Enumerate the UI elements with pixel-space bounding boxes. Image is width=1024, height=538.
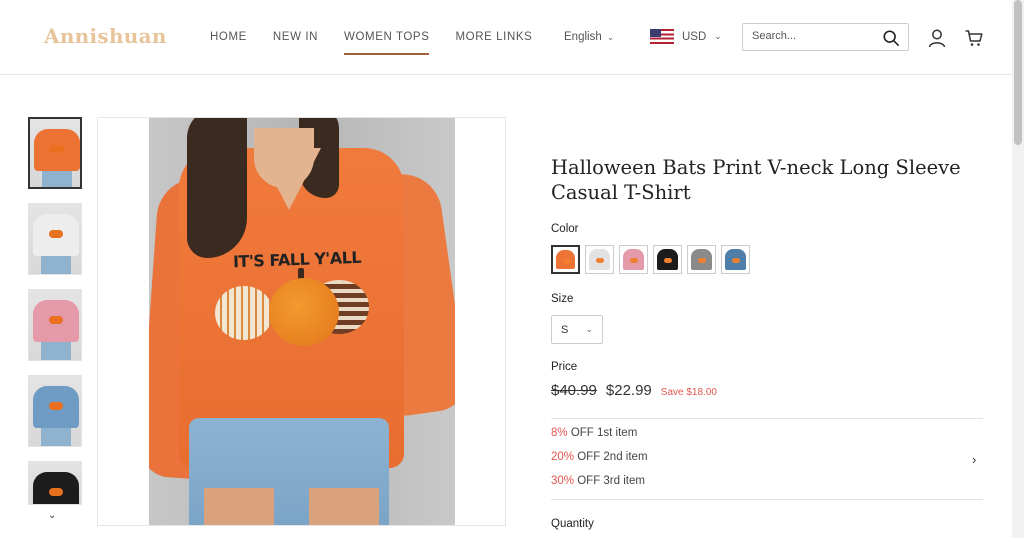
swatch-black[interactable] — [653, 245, 682, 274]
thumbnail-black[interactable] — [28, 461, 82, 505]
us-flag-icon — [650, 29, 674, 44]
sale-price: $22.99 — [605, 382, 652, 399]
swatch-orange[interactable] — [551, 245, 580, 274]
chevron-right-icon[interactable]: › — [972, 452, 976, 467]
quantity-label: Quantity — [551, 518, 594, 530]
product-photo: IT'S FALL Y'ALL — [149, 118, 455, 525]
search-icon[interactable] — [882, 29, 900, 47]
swatch-white[interactable] — [585, 245, 614, 274]
volume-discount-offers[interactable]: 8% OFF 1st item 20% OFF 2nd item 30% OFF… — [551, 427, 983, 499]
thumbnail-blue[interactable] — [28, 375, 82, 447]
nav-home[interactable]: HOME — [210, 31, 247, 55]
nav-more-links[interactable]: MORE LINKS — [455, 31, 532, 55]
currency-label: USD — [682, 30, 707, 43]
offer-item: 30% OFF 3rd item — [551, 475, 645, 487]
size-select[interactable]: S ⌄ — [551, 315, 603, 344]
site-header: Annishuan HOME NEW IN WOMEN TOPS MORE LI… — [0, 0, 1012, 75]
scrollbar-thumb[interactable] — [1014, 0, 1022, 145]
color-swatches — [551, 245, 750, 274]
offer-item: 20% OFF 2nd item — [551, 451, 648, 463]
search-box — [742, 23, 909, 51]
size-value: S — [561, 324, 569, 336]
main-nav: HOME NEW IN WOMEN TOPS MORE LINKS — [210, 31, 558, 55]
price-label: Price — [551, 361, 578, 373]
thumbnail-column — [28, 117, 84, 519]
swatch-blue[interactable] — [721, 245, 750, 274]
site-logo[interactable]: Annishuan — [44, 24, 167, 48]
divider — [551, 418, 983, 419]
thumbnail-pink[interactable] — [28, 289, 82, 361]
color-label: Color — [551, 223, 579, 235]
original-price: $40.99 — [551, 382, 597, 399]
main-product-image[interactable]: IT'S FALL Y'ALL — [97, 117, 506, 526]
chevron-down-icon: ⌄ — [714, 31, 722, 41]
nav-new-in[interactable]: NEW IN — [273, 31, 318, 55]
user-icon[interactable] — [927, 28, 947, 48]
product-title: Halloween Bats Print V-neck Long Sleeve … — [551, 156, 961, 204]
search-input[interactable] — [752, 30, 872, 42]
divider — [551, 499, 983, 500]
nav-women-tops[interactable]: WOMEN TOPS — [344, 31, 430, 55]
offer-item: 8% OFF 1st item — [551, 427, 638, 439]
save-amount: Save $18.00 — [660, 387, 717, 398]
language-selector[interactable]: English ⌄ — [564, 31, 614, 43]
language-label: English — [564, 31, 602, 43]
page-scrollbar[interactable] — [1012, 0, 1024, 538]
chevron-down-icon[interactable]: ⌄ — [48, 510, 56, 521]
thumbnail-white[interactable] — [28, 203, 82, 275]
cart-icon[interactable] — [964, 28, 984, 48]
thumbnail-orange[interactable] — [28, 117, 82, 189]
size-label: Size — [551, 293, 574, 305]
price-row: $40.99 $22.99 Save $18.00 — [551, 382, 717, 399]
chevron-down-icon: ⌄ — [585, 324, 593, 334]
swatch-gray[interactable] — [687, 245, 716, 274]
swatch-pink[interactable] — [619, 245, 648, 274]
currency-selector[interactable]: USD ⌄ — [650, 29, 722, 44]
chevron-down-icon: ⌄ — [606, 31, 615, 42]
